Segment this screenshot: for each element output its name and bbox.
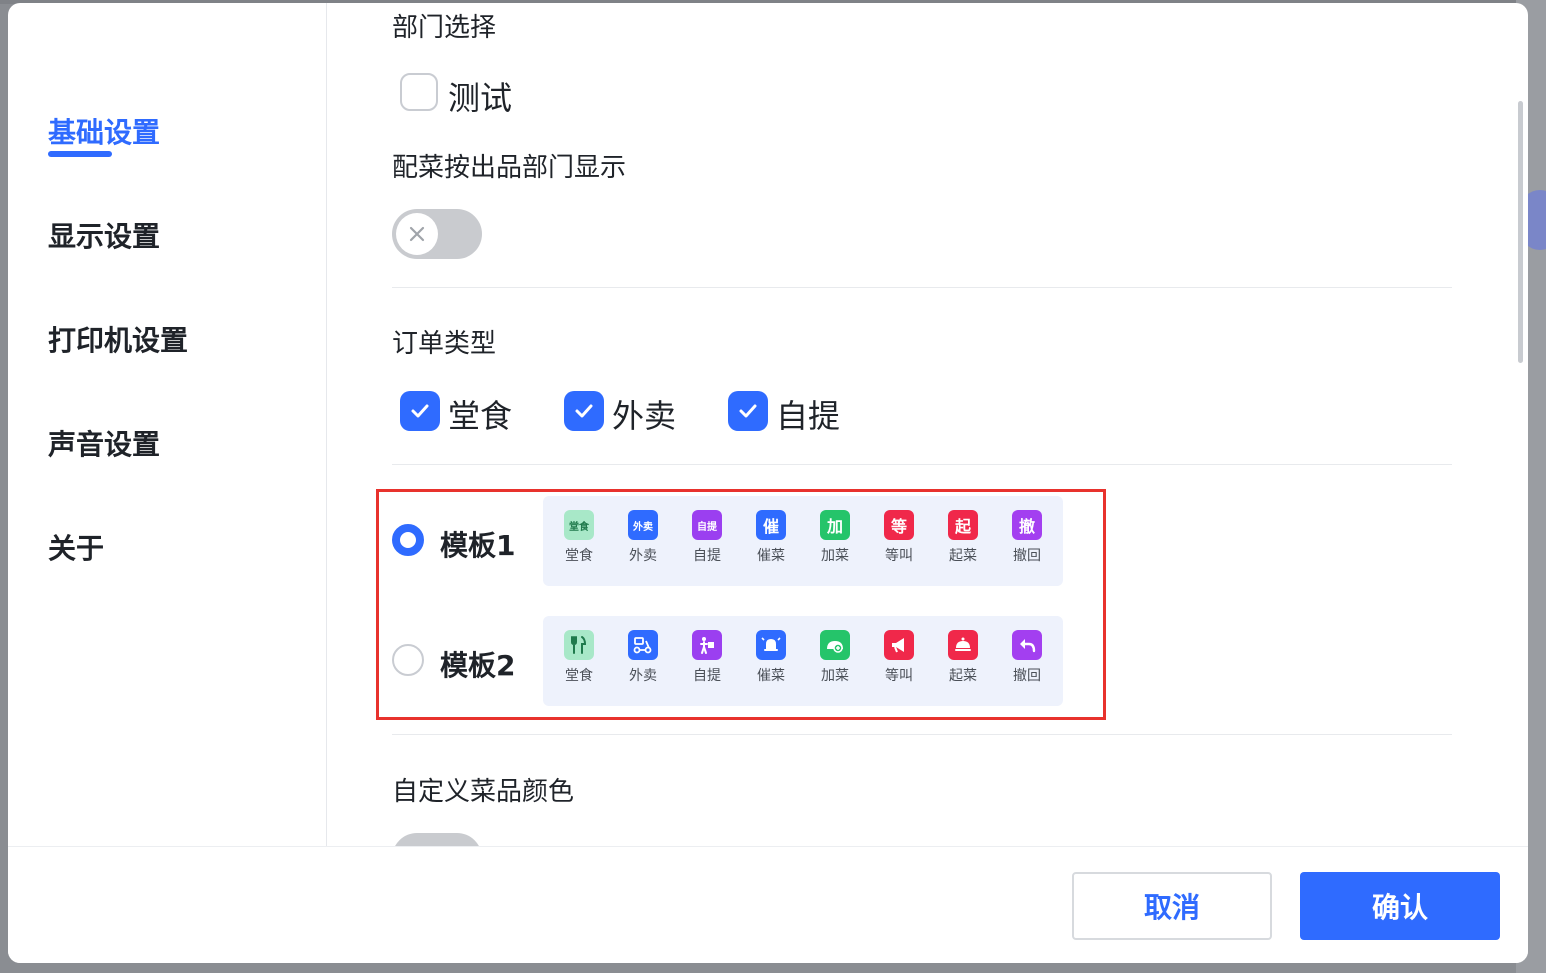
settings-content[interactable]: 部门选择 测试 配菜按出品部门显示 订单类型 堂食 外卖 自提 模板1 堂食 堂… xyxy=(328,3,1508,846)
add-badge-icon: 加 xyxy=(820,510,850,540)
template-1-icon-add: 加 加菜 xyxy=(810,510,860,565)
icon-caption: 等叫 xyxy=(885,668,913,684)
icon-caption: 堂食 xyxy=(565,548,593,564)
template-2-icon-strip: 堂食 外卖 自提 催菜 加菜 等叫 起菜 撤回 xyxy=(543,616,1063,706)
dish-by-dept-title: 配菜按出品部门显示 xyxy=(392,153,627,183)
template-2-icon-pickup: 自提 xyxy=(682,630,732,685)
settings-dialog: 基础设置 显示设置 打印机设置 声音设置 关于 部门选择 测试 配菜按出品部门显… xyxy=(8,3,1528,963)
active-tab-indicator xyxy=(48,151,112,157)
add-dish-icon xyxy=(820,630,850,660)
template-1-label: 模板1 xyxy=(440,529,516,562)
icon-caption: 等叫 xyxy=(885,548,913,564)
department-section-title: 部门选择 xyxy=(392,13,497,43)
sidebar-item-sound-settings[interactable]: 声音设置 xyxy=(48,423,160,463)
sidebar-item-about[interactable]: 关于 xyxy=(48,527,104,567)
icon-caption: 撤回 xyxy=(1013,668,1041,684)
template-1-icon-takeout: 外卖 外卖 xyxy=(618,510,668,565)
pickup-icon xyxy=(692,630,722,660)
icon-caption: 自提 xyxy=(693,668,721,684)
undo-icon xyxy=(1012,630,1042,660)
template-1-icon-serve: 起 起菜 xyxy=(938,510,988,565)
icon-caption: 起菜 xyxy=(949,548,977,564)
icon-caption: 外卖 xyxy=(629,668,657,684)
sidebar-item-printer-settings[interactable]: 打印机设置 xyxy=(48,319,188,359)
order-type-dine-in-label: 堂食 xyxy=(448,397,513,435)
order-type-title: 订单类型 xyxy=(392,329,497,359)
template-2-icon-takeout: 外卖 xyxy=(618,630,668,685)
takeout-badge-icon: 外卖 xyxy=(628,510,658,540)
custom-dish-color-toggle[interactable] xyxy=(392,833,482,846)
megaphone-icon xyxy=(884,630,914,660)
icon-caption: 催菜 xyxy=(757,548,785,564)
icon-caption: 堂食 xyxy=(565,668,593,684)
section-divider xyxy=(392,464,1452,465)
sidebar-item-display-settings[interactable]: 显示设置 xyxy=(48,215,160,255)
check-icon xyxy=(739,404,757,418)
template-1-icon-dine-in: 堂食 堂食 xyxy=(554,510,604,565)
icon-caption: 外卖 xyxy=(629,548,657,564)
content-scrollbar[interactable] xyxy=(1518,101,1523,363)
dialog-footer: 取消 确认 xyxy=(8,846,1528,963)
department-checkbox[interactable] xyxy=(400,73,438,111)
toggle-knob xyxy=(396,213,438,255)
template-2-icon-wait: 等叫 xyxy=(874,630,924,685)
settings-sidebar: 基础设置 显示设置 打印机设置 声音设置 关于 xyxy=(8,3,327,846)
close-icon xyxy=(409,226,425,242)
utensils-icon xyxy=(564,630,594,660)
template-2-icon-recall: 撤回 xyxy=(1002,630,1052,685)
template-1-icon-pickup: 自提 自提 xyxy=(682,510,732,565)
urge-badge-icon: 催 xyxy=(756,510,786,540)
custom-dish-color-title: 自定义菜品颜色 xyxy=(392,777,575,807)
cloche-icon xyxy=(948,630,978,660)
dine-in-badge-icon: 堂食 xyxy=(564,510,594,540)
sidebar-item-basic-settings[interactable]: 基础设置 xyxy=(48,111,160,151)
order-type-pickup-checkbox[interactable] xyxy=(728,391,768,431)
template-2-radio[interactable] xyxy=(392,644,424,676)
template-1-radio[interactable] xyxy=(392,524,424,556)
icon-caption: 加菜 xyxy=(821,668,849,684)
icon-caption: 催菜 xyxy=(757,668,785,684)
section-divider xyxy=(392,287,1452,288)
pickup-badge-icon: 自提 xyxy=(692,510,722,540)
icon-caption: 加菜 xyxy=(821,548,849,564)
icon-caption: 自提 xyxy=(693,548,721,564)
bell-icon xyxy=(756,630,786,660)
template-2-icon-urge: 催菜 xyxy=(746,630,796,685)
recall-badge-icon: 撤 xyxy=(1012,510,1042,540)
icon-caption: 起菜 xyxy=(949,668,977,684)
confirm-button[interactable]: 确认 xyxy=(1300,872,1500,940)
order-type-dine-in-checkbox[interactable] xyxy=(400,391,440,431)
cancel-button[interactable]: 取消 xyxy=(1072,872,1272,940)
template-1-icon-strip: 堂食 堂食 外卖 外卖 自提 自提 催 催菜 加 加菜 等 等叫 起 起菜 撤 … xyxy=(543,496,1063,586)
dish-by-dept-toggle[interactable] xyxy=(392,209,482,259)
wait-badge-icon: 等 xyxy=(884,510,914,540)
check-icon xyxy=(575,404,593,418)
icon-caption: 撤回 xyxy=(1013,548,1041,564)
department-option-label: 测试 xyxy=(448,79,513,117)
template-1-icon-wait: 等 等叫 xyxy=(874,510,924,565)
order-type-takeout-checkbox[interactable] xyxy=(564,391,604,431)
serve-badge-icon: 起 xyxy=(948,510,978,540)
order-type-takeout-label: 外卖 xyxy=(612,397,677,435)
order-type-pickup-label: 自提 xyxy=(776,397,841,435)
scooter-icon xyxy=(628,630,658,660)
template-2-icon-dine-in: 堂食 xyxy=(554,630,604,685)
template-2-label: 模板2 xyxy=(440,649,516,682)
check-icon xyxy=(411,404,429,418)
template-1-icon-urge: 催 催菜 xyxy=(746,510,796,565)
section-divider xyxy=(392,734,1452,735)
template-1-icon-recall: 撤 撤回 xyxy=(1002,510,1052,565)
template-2-icon-serve: 起菜 xyxy=(938,630,988,685)
template-2-icon-add: 加菜 xyxy=(810,630,860,685)
